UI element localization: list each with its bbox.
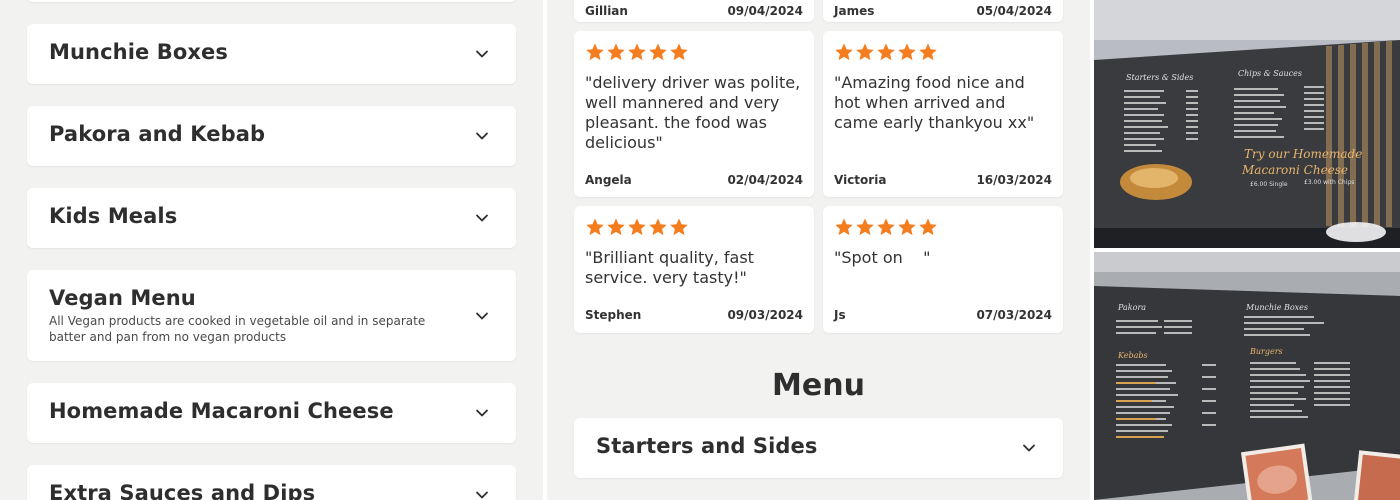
star-rating bbox=[834, 42, 938, 62]
star-icon bbox=[648, 217, 668, 237]
category-extra-sauces-and-dips[interactable]: Extra Sauces and Dips bbox=[27, 465, 516, 500]
menu-category-list: Munchie Boxes Pakora and Kebab Kids Meal… bbox=[0, 0, 543, 500]
category-title: Pakora and Kebab bbox=[49, 122, 266, 146]
star-icon bbox=[918, 42, 938, 62]
star-icon bbox=[606, 42, 626, 62]
category-title: Starters and Sides bbox=[596, 434, 818, 458]
chevron-down-icon[interactable] bbox=[474, 210, 490, 226]
star-icon bbox=[585, 217, 605, 237]
category-title: Kids Meals bbox=[49, 204, 178, 228]
star-icon bbox=[876, 217, 896, 237]
board-heading-kebabs: Kebabs bbox=[1117, 351, 1148, 360]
reviewer-name: Victoria bbox=[834, 173, 887, 187]
category-title: Homemade Macaroni Cheese bbox=[49, 399, 394, 423]
star-icon bbox=[834, 42, 854, 62]
star-icon bbox=[669, 42, 689, 62]
star-rating bbox=[585, 42, 689, 62]
category-starters-and-sides[interactable]: Starters and Sides bbox=[574, 418, 1063, 478]
category-title: Extra Sauces and Dips bbox=[49, 481, 316, 500]
review-date: 09/04/2024 bbox=[727, 4, 803, 18]
review-text: "Spot on " bbox=[834, 248, 931, 267]
chevron-down-icon[interactable] bbox=[474, 487, 490, 500]
board-heading-munchie: Munchie Boxes bbox=[1245, 303, 1308, 312]
review-date: 02/04/2024 bbox=[727, 173, 803, 187]
reviewer-name: Js bbox=[834, 308, 846, 322]
star-icon bbox=[918, 217, 938, 237]
star-icon bbox=[897, 42, 917, 62]
category-title: Munchie Boxes bbox=[49, 40, 228, 64]
review-card: James 05/04/2024 bbox=[823, 0, 1063, 22]
review-text: "Amazing food nice and hot when arrived … bbox=[834, 73, 1035, 132]
chevron-down-icon[interactable] bbox=[474, 46, 490, 62]
category-homemade-macaroni-cheese[interactable]: Homemade Macaroni Cheese bbox=[27, 383, 516, 443]
review-date: 16/03/2024 bbox=[976, 173, 1052, 187]
category-accordion-previous[interactable] bbox=[27, 0, 516, 2]
star-icon bbox=[855, 42, 875, 62]
review-date: 09/03/2024 bbox=[727, 308, 803, 322]
board-promo-price2: £3.00 with Chips bbox=[1304, 179, 1354, 186]
menu-board-photo: Starters & Sides Chips & Sauces Try our … bbox=[1094, 0, 1400, 248]
board-heading-starters: Starters & Sides bbox=[1126, 73, 1193, 82]
board-heading-burgers: Burgers bbox=[1249, 347, 1283, 356]
star-icon bbox=[627, 217, 647, 237]
board-promo-line1: Try our Homemade bbox=[1244, 147, 1362, 161]
menu-board-photo: Pakora Munchie Boxes Kebabs Burgers bbox=[1094, 252, 1400, 500]
category-pakora-and-kebab[interactable]: Pakora and Kebab bbox=[27, 106, 516, 166]
review-card: "Spot on " Js 07/03/2024 bbox=[823, 206, 1063, 333]
board-heading-pakora: Pakora bbox=[1117, 303, 1146, 312]
review-card: "Amazing food nice and hot when arrived … bbox=[823, 31, 1063, 197]
category-munchie-boxes[interactable]: Munchie Boxes bbox=[27, 24, 516, 84]
star-icon bbox=[606, 217, 626, 237]
board-promo-price1: £6.00 Single bbox=[1250, 181, 1288, 188]
review-card: "Brilliant quality, fast service. very t… bbox=[574, 206, 814, 333]
board-promo-line2: Macaroni Cheese bbox=[1241, 163, 1348, 177]
chevron-down-icon[interactable] bbox=[474, 405, 490, 421]
star-icon bbox=[669, 217, 689, 237]
star-icon bbox=[876, 42, 896, 62]
star-rating bbox=[585, 217, 689, 237]
menu-heading: Menu bbox=[772, 368, 865, 403]
chevron-down-icon[interactable] bbox=[474, 128, 490, 144]
category-kids-meals[interactable]: Kids Meals bbox=[27, 188, 516, 248]
reviewer-name: Stephen bbox=[585, 308, 642, 322]
star-icon bbox=[648, 42, 668, 62]
review-card: "delivery driver was polite, well manner… bbox=[574, 31, 814, 197]
star-icon bbox=[834, 217, 854, 237]
review-date: 05/04/2024 bbox=[976, 4, 1052, 18]
reviews-and-menu-column: Gillian 09/04/2024 James 05/04/2024 "del… bbox=[547, 0, 1090, 500]
chevron-down-icon[interactable] bbox=[474, 308, 490, 324]
star-rating bbox=[834, 217, 938, 237]
star-icon bbox=[855, 217, 875, 237]
shop-photo-menu-board-1[interactable]: Starters & Sides Chips & Sauces Try our … bbox=[1094, 0, 1400, 248]
review-card: Gillian 09/04/2024 bbox=[574, 0, 814, 22]
review-date: 07/03/2024 bbox=[976, 308, 1052, 322]
category-description: All Vegan products are cooked in vegetab… bbox=[49, 314, 426, 344]
category-vegan-menu[interactable]: Vegan Menu All Vegan products are cooked… bbox=[27, 270, 516, 361]
star-icon bbox=[627, 42, 647, 62]
reviewer-name: James bbox=[834, 4, 875, 18]
review-text: "Brilliant quality, fast service. very t… bbox=[585, 248, 754, 287]
star-icon bbox=[897, 217, 917, 237]
board-heading-chips: Chips & Sauces bbox=[1238, 69, 1302, 78]
reviewer-name: Angela bbox=[585, 173, 632, 187]
star-icon bbox=[585, 42, 605, 62]
review-text: "delivery driver was polite, well manner… bbox=[585, 73, 801, 152]
category-title: Vegan Menu bbox=[49, 286, 196, 310]
chevron-down-icon[interactable] bbox=[1021, 440, 1037, 456]
reviewer-name: Gillian bbox=[585, 4, 628, 18]
shop-photo-menu-board-2[interactable]: Pakora Munchie Boxes Kebabs Burgers bbox=[1094, 252, 1400, 500]
